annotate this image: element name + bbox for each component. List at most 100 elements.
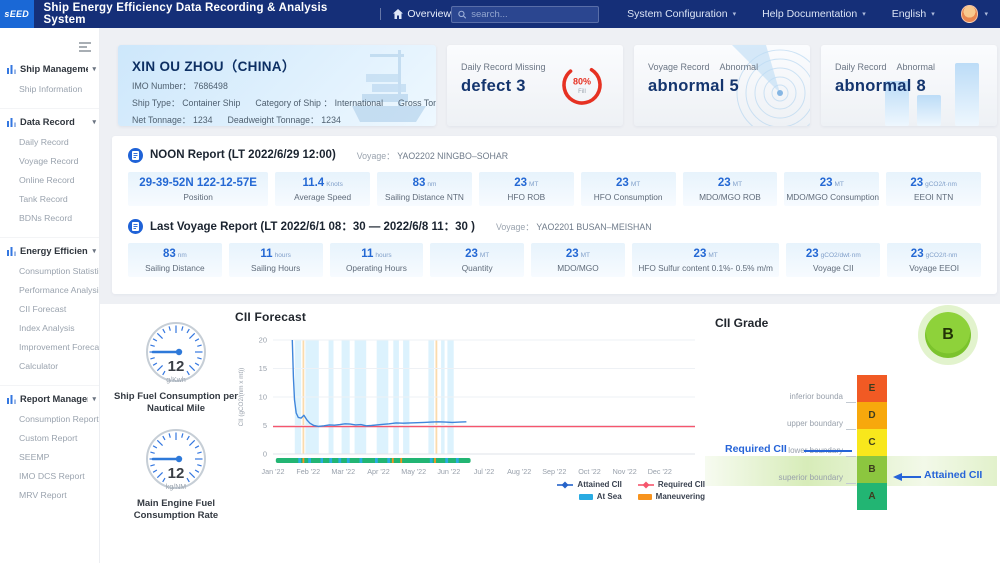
search-box[interactable] — [451, 5, 600, 23]
legend-item-required-cii: Required CII — [637, 480, 705, 489]
activity-maneuvering-segment — [391, 458, 394, 463]
app-logo[interactable]: sEED — [0, 0, 34, 28]
bar-chart-icon — [7, 394, 16, 404]
sidebar-item-online-record[interactable]: Online Record — [0, 170, 99, 189]
noon-metrics-row: 29-39-52N 122-12-57E Position 11.4 Knots Ave… — [128, 172, 982, 206]
ship-info-field: Gross Tonnage： 1234 — [398, 98, 436, 108]
activity-at-sea-segment — [429, 458, 433, 463]
legend-item-maneuvering: Maneuvering — [637, 492, 705, 501]
sidebar-item-consumption-report[interactable]: Consumption Report — [0, 409, 99, 428]
sidebar-item-cii-forecast[interactable]: CII Forecast — [0, 299, 99, 318]
legend-item-at-sea: At Sea — [578, 492, 622, 501]
home-icon — [393, 9, 404, 19]
activity-at-sea-segment — [329, 458, 333, 463]
sidebar-item-voyage-record[interactable]: Voyage Record — [0, 151, 99, 170]
search-input[interactable] — [471, 8, 593, 20]
sidebar-item-imo-dcs-report[interactable]: IMO DCS Report — [0, 466, 99, 485]
sidebar-item-bdns-record[interactable]: BDNs Record — [0, 208, 99, 227]
ship-info-row: Ship Type： Container Ship Category of Shi… — [132, 96, 436, 109]
status-card-abnormal-8[interactable]: Daily Record Abnormal abnormal 8 — [821, 45, 997, 126]
sidebar-item-consumption-statistics[interactable]: Consumption Statistics — [0, 261, 99, 280]
sidebar: Ship Management▾Ship Information Data Rec… — [0, 28, 100, 563]
metric-label: HFO Sulfur content 0.1%- 0.5% m/m — [638, 263, 773, 273]
cii-grade-block: CII Grade B EDCBA inferior bounda upper b… — [705, 312, 997, 557]
noon-report-icon — [128, 147, 143, 163]
metric-unit: gCO2/t·nm — [925, 252, 958, 259]
sidebar-item-index-analysis[interactable]: Index Analysis — [0, 318, 99, 337]
activity-at-sea-segment — [320, 458, 323, 463]
menu-system-configuration[interactable]: System Configuration ▾ — [627, 8, 736, 20]
sidebar-item-seemp[interactable]: SEEMP — [0, 447, 99, 466]
metric-value: 29-39-52N 122-12-57E — [139, 177, 257, 189]
ship-info-card[interactable]: XIN OU ZHOU（CHINA） IMO Number： 7686498 Sh… — [118, 45, 436, 126]
legend-row: Attained CII Required CII — [557, 480, 705, 489]
menu-help-documentation[interactable]: Help Documentation ▾ — [762, 8, 866, 20]
status-card-defect-3[interactable]: 80% Fill Daily Record Missing defect 3 — [447, 45, 623, 126]
status-card-status: Abnormal — [896, 62, 936, 72]
metric-value: 83 nm — [412, 177, 437, 189]
ship-info-field: Net Tonnage： 1234 — [132, 115, 213, 125]
noon-report-voyage: Voyage： YAO2202 NINGBO–SOHAR — [356, 150, 509, 161]
sidebar-item-ship-information[interactable]: Ship Information — [0, 79, 99, 98]
metric-unit: gCO2/t·nm — [925, 181, 957, 188]
metric-label: Quantity — [461, 263, 493, 273]
metric-label: Position — [183, 192, 213, 202]
menu-language-label: English — [891, 8, 927, 20]
boundary-tick — [846, 402, 856, 403]
voyage-report-icon — [128, 218, 143, 234]
cii-grade-title: CII Grade — [715, 316, 769, 330]
sidebar-item-custom-report[interactable]: Custom Report — [0, 428, 99, 447]
sidebar-group-energy-efficiency[interactable]: Energy Efficiency ▾ — [0, 241, 99, 261]
activity-maneuvering-segment — [400, 458, 403, 463]
svg-text:kg/NM: kg/NM — [166, 484, 186, 491]
svg-text:Nov '22: Nov '22 — [613, 467, 637, 476]
fill-gauge: 80% Fill — [562, 65, 602, 105]
sidebar-group-report-management[interactable]: Report Management ▾ — [0, 389, 99, 409]
bar-chart-icon — [7, 117, 16, 127]
gauge-ship-fuel-consumption-per-nautical-mile: 12 g/Kwh Ship Fuel Consumption per Nautica… — [110, 314, 242, 415]
metric-tile-quantity: 23 MT Quantity — [430, 243, 525, 277]
sidebar-group-ship-management[interactable]: Ship Management▾ — [0, 59, 99, 79]
sidebar-collapse-icon[interactable] — [79, 39, 91, 57]
status-card-abnormal-5[interactable]: Voyage Record Abnormal abnormal 5 — [634, 45, 810, 126]
sidebar-section-energy-efficiency: Energy Efficiency ▾ Consumption Statistics… — [0, 237, 99, 381]
sidebar-item-mrv-report[interactable]: MRV Report — [0, 485, 99, 504]
metric-unit: hours — [375, 252, 392, 259]
grade-cell-e: E — [857, 375, 887, 402]
logo-text: sEED — [4, 9, 30, 19]
sidebar-item-performance-analysis[interactable]: Performance Analysis — [0, 280, 99, 299]
svg-text:10: 10 — [259, 393, 267, 402]
metric-label: HFO ROB — [507, 192, 546, 202]
metric-value: 11.4 Knots — [302, 177, 343, 189]
sidebar-section-data-record: Data Record ▾ Daily Record Voyage Record Onl… — [0, 108, 99, 233]
sidebar-item-tank-record[interactable]: Tank Record — [0, 189, 99, 208]
sidebar-group-label: Report Management — [20, 394, 88, 404]
svg-text:g/Kwh: g/Kwh — [166, 377, 186, 384]
metric-value: 23 MT — [693, 248, 718, 260]
boundary-label-upper-boundary: upper boundary — [786, 419, 843, 428]
ship-info-field: Category of Ship ： International — [255, 98, 384, 108]
activity-bar — [275, 458, 471, 463]
legend-label: Attained CII — [577, 480, 622, 489]
sidebar-item-daily-record[interactable]: Daily Record — [0, 132, 99, 151]
attained-cii-label: Attained CII — [924, 469, 983, 481]
metric-tile-hfo-rob: 23 MT HFO ROB — [478, 172, 574, 206]
sidebar-group-data-record[interactable]: Data Record ▾ — [0, 112, 99, 132]
nav-tab-overview[interactable]: Overview — [393, 8, 451, 20]
gauge-label: Main Engine Fuel Consumption Rate — [133, 498, 219, 521]
metric-label: Sailing Distance — [145, 263, 205, 273]
noon-report-header: NOON Report (LT 2022/6/29 12:00) Voyage：… — [128, 145, 981, 165]
metric-unit: hours — [274, 252, 291, 259]
activity-maneuvering-segment — [434, 458, 436, 463]
chevron-down-icon[interactable]: ▾ — [984, 10, 988, 18]
metric-label: Voyage CII — [813, 263, 854, 273]
sidebar-item-improvement-forecast[interactable]: Improvement Forecast — [0, 337, 99, 356]
sidebar-item-calculator[interactable]: Calculator — [0, 356, 99, 375]
metric-unit: gCO2/dwt·nm — [820, 252, 861, 259]
activity-maneuvering-segment — [302, 458, 305, 463]
metric-value: 11 hours — [361, 248, 392, 260]
user-avatar[interactable] — [960, 5, 979, 23]
metric-tile-mdo-mgo-consumption: 23 MT MDO/MGO Consumption — [784, 172, 880, 206]
nav-overview-label: Overview — [407, 8, 452, 20]
menu-language[interactable]: English ▾ — [892, 8, 935, 20]
